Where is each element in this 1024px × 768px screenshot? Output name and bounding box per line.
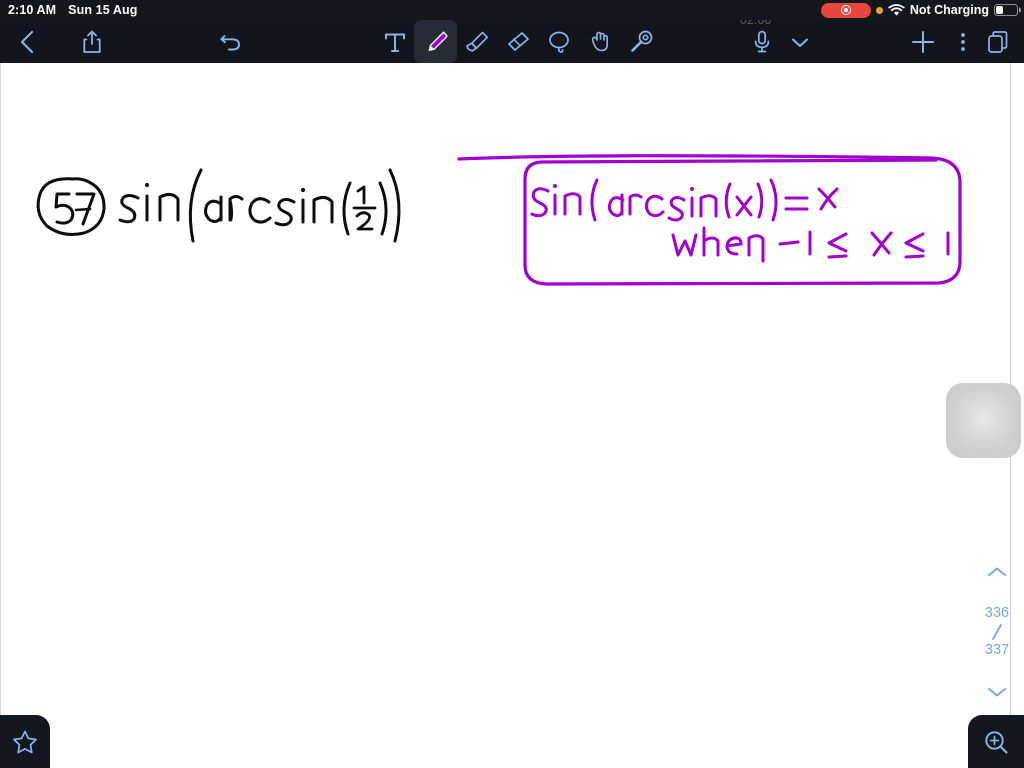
share-icon: [82, 30, 101, 53]
page-navigation: 336 337: [974, 560, 1020, 704]
page-up-button[interactable]: [986, 560, 1008, 584]
annotation-paren-close-outer: [388, 168, 401, 243]
page-down-button[interactable]: [986, 680, 1008, 704]
note-canvas[interactable]: [0, 63, 1010, 768]
zoom-in-icon: [985, 730, 1008, 754]
text-tool-icon: [384, 33, 405, 52]
pages-icon: [987, 30, 1007, 53]
annotation-purple-box: [457, 154, 962, 286]
microphone-icon: [754, 30, 769, 52]
charging-status-label: Not Charging: [909, 3, 989, 17]
wifi-icon: [888, 3, 905, 16]
back-chevron-icon: [20, 30, 33, 53]
eraser-tool-button[interactable]: [496, 20, 539, 63]
plus-icon: [911, 30, 934, 53]
highlighter-tool-icon: [465, 31, 488, 52]
pages-button[interactable]: [976, 20, 1019, 63]
lasso-tool-icon: [548, 31, 569, 53]
more-options-icon: [960, 32, 965, 51]
pen-tool-button[interactable]: [414, 20, 457, 63]
lasso-tool-button[interactable]: [537, 20, 580, 63]
annotation-expression-sin: [118, 182, 180, 224]
chevron-down-icon: [791, 38, 808, 47]
share-button[interactable]: [70, 20, 113, 63]
page-separator-icon: [992, 624, 1002, 640]
zoom-in-button[interactable]: [968, 715, 1024, 768]
screen-recording-indicator[interactable]: [820, 2, 871, 18]
pen-tool-icon: [428, 30, 447, 51]
annotation-fraction-one-half: [342, 181, 388, 236]
highlighter-tool-button[interactable]: [455, 20, 498, 63]
tablet-notes-app: 2:10 AM Sun 15 Aug Not Charging 02:06 33…: [0, 0, 1024, 768]
status-time: 2:10 AM: [8, 3, 57, 17]
status-bar-left: 2:10 AM Sun 15 Aug: [8, 0, 137, 20]
add-page-button[interactable]: [901, 20, 944, 63]
eraser-tool-icon: [507, 31, 529, 51]
battery-icon: [994, 4, 1018, 16]
hand-tool-button[interactable]: [578, 20, 621, 63]
toolbar: [0, 20, 1024, 63]
undo-icon: [219, 34, 240, 50]
status-bar: 2:10 AM Sun 15 Aug Not Charging: [0, 0, 1024, 20]
ink-layer: [36, 154, 962, 286]
status-bar-right: Not Charging: [820, 0, 1018, 20]
laser-pointer-button[interactable]: [619, 20, 662, 63]
annotation-problem-number: [36, 177, 106, 236]
assistive-touch-indicator[interactable]: [946, 383, 1021, 458]
annotation-purple-line-1: [530, 178, 839, 222]
battery-fill: [996, 6, 1003, 14]
back-button[interactable]: [6, 20, 49, 63]
undo-button[interactable]: [209, 20, 252, 63]
status-date: Sun 15 Aug: [68, 3, 138, 17]
annotation-purple-line-2: [671, 226, 950, 263]
favorite-button[interactable]: [0, 715, 50, 768]
microphone-privacy-dot-icon: [875, 6, 883, 14]
star-icon: [13, 730, 37, 753]
current-page-number: 336: [984, 605, 1010, 621]
hand-tool-icon: [591, 31, 608, 51]
text-tool-button[interactable]: [373, 20, 416, 63]
total-page-number: 337: [984, 642, 1010, 658]
laser-pointer-icon: [630, 30, 652, 52]
annotation-paren-open-outer: [188, 168, 203, 243]
annotation-expression-arcsin: [204, 187, 334, 227]
audio-options-button[interactable]: [778, 20, 821, 63]
record-icon: [840, 5, 851, 15]
